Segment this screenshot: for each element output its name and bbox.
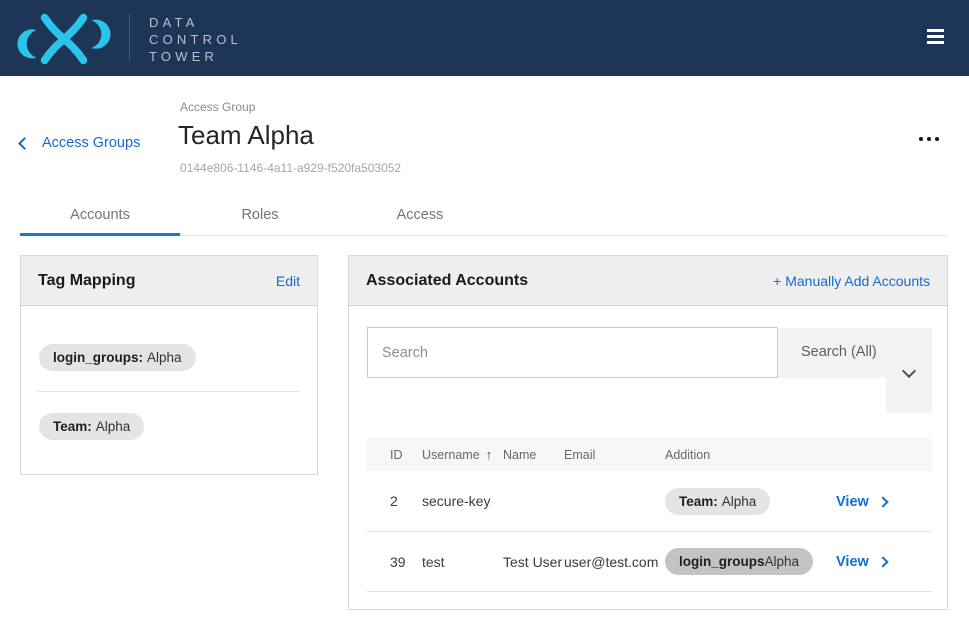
app-title-line: TOWER <box>149 48 242 65</box>
back-link-label: Access Groups <box>42 135 140 151</box>
column-header-name[interactable]: Name <box>503 448 564 462</box>
view-label: View <box>836 554 869 570</box>
column-header-id[interactable]: ID <box>390 448 422 462</box>
tab-accounts[interactable]: Accounts <box>20 199 180 235</box>
cell-action: View <box>836 493 932 510</box>
more-options-icon[interactable] <box>915 133 943 145</box>
chevron-right-icon <box>877 556 888 567</box>
top-navbar: DATA CONTROL TOWER <box>0 0 969 76</box>
breadcrumb: Access Group <box>180 100 255 114</box>
cell-email: user@test.com <box>564 554 665 570</box>
cell-username: secure-key <box>422 493 503 509</box>
back-to-access-groups-link[interactable]: Access Groups <box>20 135 140 151</box>
tab-bar: Accounts Roles Access <box>20 199 948 236</box>
cell-username: test <box>422 554 503 570</box>
tag-mapping-card: Tag Mapping Edit login_groups: Alpha Tea… <box>20 255 318 475</box>
logo-divider <box>129 14 130 61</box>
sort-ascending-icon: ↑ <box>486 447 493 462</box>
column-header-username[interactable]: Username ↑ <box>422 447 503 462</box>
table-row: 2 secure-key Team: Alpha View <box>367 471 932 532</box>
dot <box>927 137 931 141</box>
tag-key: Team: <box>679 494 718 509</box>
tag-mapping-header: Tag Mapping Edit <box>21 256 317 306</box>
cell-addition: login_groups Alpha <box>665 548 836 575</box>
delphix-logo-icon <box>14 7 114 71</box>
tag-value: Alpha <box>147 350 182 365</box>
dot <box>935 137 939 141</box>
column-header-addition[interactable]: Addition <box>665 448 836 462</box>
view-label: View <box>836 494 869 510</box>
tag-key: Team: <box>53 419 92 434</box>
hamburger-bar <box>927 29 944 32</box>
view-account-link[interactable]: View <box>836 494 887 510</box>
search-scope-selected-value: Search (All) <box>801 344 877 360</box>
column-header-username-label: Username <box>422 448 480 462</box>
search-scope-dropdown[interactable]: Search (All) <box>778 328 932 378</box>
table-row: 39 test Test User user@test.com login_gr… <box>367 532 932 592</box>
edit-tags-link[interactable]: Edit <box>276 273 300 289</box>
tag-key: login_groups: <box>53 350 143 365</box>
tag-pill: login_groups: Alpha <box>39 344 196 371</box>
search-scope-dropdown-extension <box>886 378 932 413</box>
hamburger-bar <box>927 41 944 44</box>
app-title-line: CONTROL <box>149 31 242 48</box>
tag-divider <box>37 391 300 392</box>
tag-mapping-title: Tag Mapping <box>38 272 135 290</box>
chevron-right-icon <box>877 496 888 507</box>
tag-key: login_groups <box>679 554 765 569</box>
hamburger-menu-icon[interactable] <box>927 29 945 47</box>
associated-accounts-header: Associated Accounts + Manually Add Accou… <box>349 256 947 306</box>
accounts-table: ID Username ↑ Name Email Addition 2 secu… <box>367 438 932 592</box>
hamburger-bar <box>927 35 944 38</box>
chevron-left-icon <box>18 137 31 150</box>
cell-name: Test User <box>503 554 564 570</box>
dot <box>919 137 923 141</box>
associated-accounts-title: Associated Accounts <box>366 272 528 290</box>
cell-id: 2 <box>390 493 422 509</box>
cell-id: 39 <box>390 554 422 570</box>
cell-action: View <box>836 553 932 570</box>
column-header-email[interactable]: Email <box>564 448 665 462</box>
tag-value: Alpha <box>722 494 757 509</box>
page-title: Team Alpha <box>178 120 314 151</box>
search-input[interactable] <box>367 327 778 378</box>
tab-access[interactable]: Access <box>340 199 500 235</box>
accounts-table-header: ID Username ↑ Name Email Addition <box>367 438 932 471</box>
manually-add-accounts-link[interactable]: + Manually Add Accounts <box>773 273 930 289</box>
tag-value: Alpha <box>765 554 800 569</box>
view-account-link[interactable]: View <box>836 554 887 570</box>
associated-accounts-card: Associated Accounts + Manually Add Accou… <box>348 255 948 610</box>
app-title-line: DATA <box>149 14 242 31</box>
tag-value: Alpha <box>96 419 131 434</box>
cell-addition: Team: Alpha <box>665 488 836 515</box>
tag-pill: Team: Alpha <box>665 488 770 515</box>
tab-roles[interactable]: Roles <box>180 199 340 235</box>
tag-pill: Team: Alpha <box>39 413 144 440</box>
tag-pill: login_groups Alpha <box>665 548 813 575</box>
app-title: DATA CONTROL TOWER <box>149 14 242 65</box>
access-group-id: 0144e806-1146-4a11-a929-f520fa503052 <box>180 161 401 175</box>
